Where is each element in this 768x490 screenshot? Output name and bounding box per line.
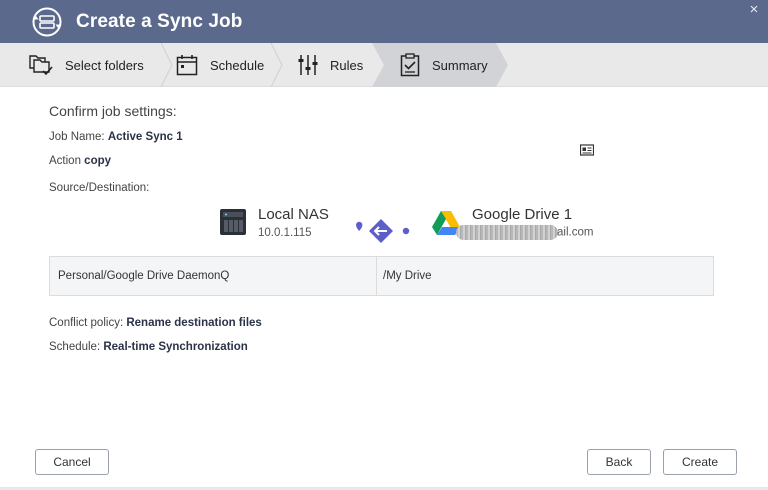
clipboard-check-icon	[400, 53, 420, 77]
endpoint-dot	[402, 227, 410, 235]
action-label: Action	[49, 155, 81, 167]
source-name: Local NAS	[258, 206, 329, 223]
step-label: Summary	[432, 57, 488, 73]
create-button[interactable]: Create	[663, 449, 737, 475]
summary-heading: Confirm job settings:	[49, 103, 177, 119]
destination-name: Google Drive 1	[472, 206, 573, 223]
nas-icon	[220, 209, 246, 235]
action-value: copy	[84, 155, 112, 167]
wizard-steps: Select folders Schedule Rules Summary	[0, 43, 768, 87]
calendar-icon	[176, 55, 198, 76]
back-button[interactable]: Back	[587, 449, 651, 475]
close-button[interactable]: ×	[746, 2, 762, 18]
step-summary[interactable]: Summary	[400, 43, 488, 87]
source-ip: 10.0.1.115	[258, 227, 312, 239]
folders-check-icon	[29, 55, 53, 76]
conflict-policy-value: Rename destination files	[126, 317, 262, 329]
job-name-label: Job Name:	[49, 131, 105, 143]
destination-email-suffix: ail.com	[557, 226, 594, 239]
location-pin-icon	[356, 221, 363, 231]
step-schedule[interactable]: Schedule	[176, 43, 264, 87]
conflict-policy-label: Conflict policy:	[49, 317, 124, 329]
schedule-label: Schedule:	[49, 341, 101, 353]
sliders-icon	[298, 55, 318, 75]
schedule-value: Real-time Synchronization	[103, 341, 248, 353]
job-name-value: Active Sync 1	[107, 131, 183, 143]
step-rules[interactable]: Rules	[298, 43, 363, 87]
title-bar: Create a Sync Job ×	[0, 0, 768, 43]
cancel-button[interactable]: Cancel	[35, 449, 109, 475]
source-path-cell: Personal/Google Drive DaemonQ	[50, 257, 377, 295]
schedule-row: Schedule: Real-time Synchronization	[49, 341, 248, 353]
step-separator	[160, 43, 173, 87]
step-label: Select folders	[65, 57, 144, 73]
step-separator	[270, 43, 283, 87]
folder-pair-table: Personal/Google Drive DaemonQ /My Drive	[49, 256, 714, 296]
redacted-blur	[456, 225, 558, 240]
window-title: Create a Sync Job	[76, 11, 243, 32]
step-label: Schedule	[210, 57, 265, 73]
step-select-folders[interactable]: Select folders	[29, 43, 144, 87]
job-name-row: Job Name: Active Sync 1	[49, 131, 183, 143]
conflict-policy-row: Conflict policy: Rename destination file…	[49, 317, 262, 329]
step-label: Rules	[330, 57, 364, 73]
destination-email: ail.com	[456, 225, 596, 240]
source-destination-label: Source/Destination:	[49, 182, 150, 194]
sync-job-icon	[32, 7, 62, 37]
sync-direction-graphic	[356, 219, 410, 243]
action-row: Action copy	[49, 155, 111, 167]
destination-path-cell: /My Drive	[383, 270, 432, 282]
id-card-icon[interactable]	[580, 144, 594, 156]
